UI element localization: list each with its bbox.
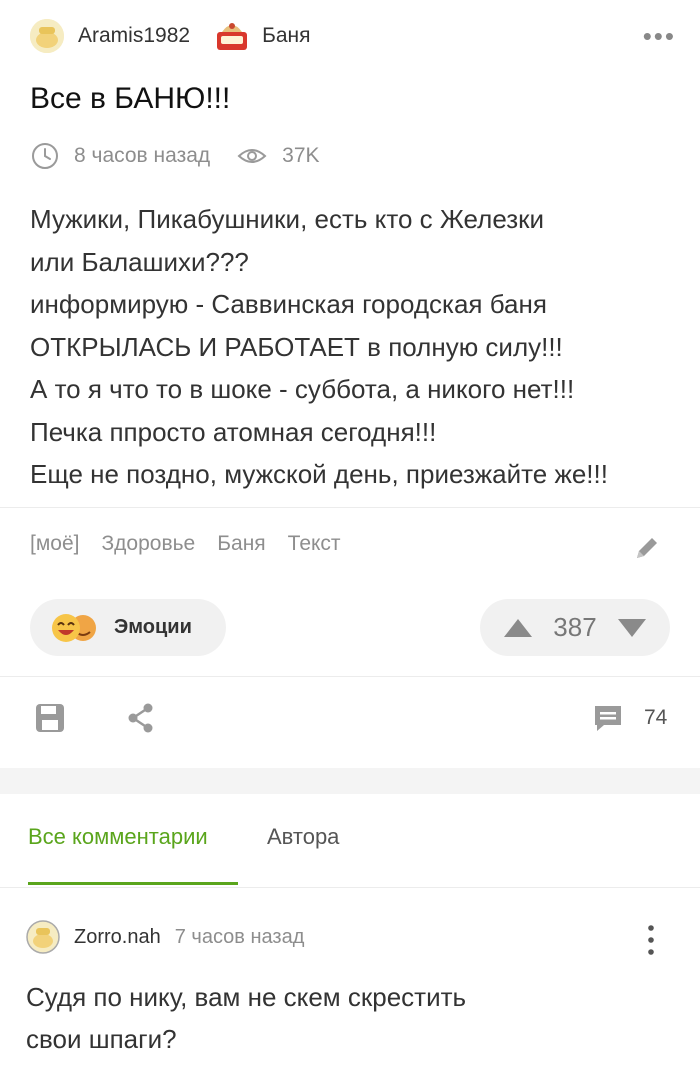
emotions-label: Эмоции: [114, 616, 192, 638]
post-views: 37K: [282, 144, 320, 167]
post-header: Aramis1982 Баня •••: [30, 16, 676, 56]
tag-item[interactable]: [моё]: [30, 532, 79, 556]
section-gap: [0, 768, 700, 794]
active-tab-indicator: [28, 882, 238, 885]
divider: [0, 887, 700, 888]
more-options-icon[interactable]: •••: [643, 23, 676, 49]
tab-all-comments[interactable]: Все комментарии: [28, 824, 208, 850]
comment-time: 7 часов назад: [174, 925, 305, 948]
post-time: 8 часов назад: [74, 144, 211, 167]
rating-count: 387: [553, 612, 597, 642]
pencil-icon[interactable]: [632, 533, 662, 563]
community-logo: [217, 23, 248, 50]
comment-author-name[interactable]: Zorro.nah: [74, 926, 161, 949]
post-body: Мужики, Пикабушники, есть кто с Железки …: [30, 204, 608, 489]
vertical-dots-icon[interactable]: [644, 922, 658, 958]
post-tags: [моё] Здоровье Баня Текст: [30, 532, 341, 556]
comment-header: Zorro.nah 7 часов назад: [26, 920, 304, 954]
share-icon[interactable]: [126, 702, 156, 734]
post-meta: 8 часов назад 37K: [30, 140, 320, 172]
comment-icon[interactable]: [592, 702, 624, 734]
tag-item[interactable]: Текст: [288, 532, 341, 556]
tag-item[interactable]: Здоровье: [101, 532, 195, 556]
arrow-up-icon[interactable]: [502, 617, 534, 639]
comment-text: Судя по нику, вам не скем скрестить свои…: [26, 982, 467, 1054]
community-avatar[interactable]: [214, 18, 251, 54]
tab-author[interactable]: Автора: [267, 824, 339, 850]
avatar-image: [30, 19, 64, 53]
author-name[interactable]: Aramis1982: [78, 24, 190, 48]
tag-item[interactable]: Баня: [217, 532, 265, 556]
post-card: Aramis1982 Баня ••• Все в БАНЮ!!! 8 часо…: [0, 0, 700, 768]
clock-icon: [32, 143, 58, 169]
comments-count[interactable]: 74: [644, 706, 667, 730]
post-actions: 74: [30, 698, 670, 742]
rating-widget: 387: [480, 599, 670, 656]
eye-icon: [237, 149, 267, 163]
comment-tabs: Все комментарии Автора: [0, 794, 700, 888]
arrow-down-icon[interactable]: [616, 617, 648, 639]
divider: [0, 676, 700, 677]
community-name[interactable]: Баня: [262, 24, 310, 48]
author-avatar[interactable]: [30, 19, 64, 53]
divider: [0, 507, 700, 508]
save-icon[interactable]: [34, 702, 66, 734]
emotions-button[interactable]: Эмоции: [30, 599, 226, 656]
post-title[interactable]: Все в БАНЮ!!!: [30, 82, 230, 116]
emotions-icon: [52, 613, 96, 642]
comment-author-avatar[interactable]: [26, 920, 60, 954]
